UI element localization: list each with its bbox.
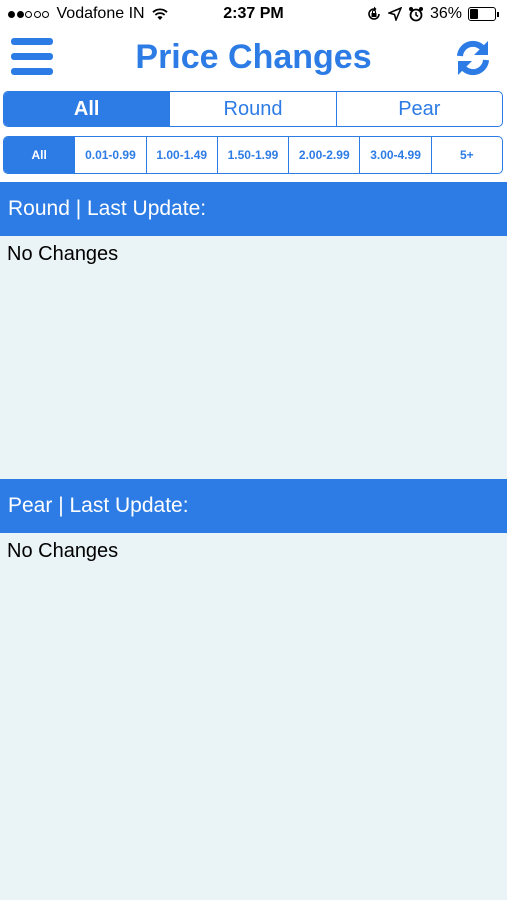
status-right: 36%	[366, 5, 499, 23]
rotation-lock-icon	[368, 6, 380, 20]
price-tab-all[interactable]: All	[4, 137, 75, 173]
price-tab-3.00-4.99[interactable]: 3.00-4.99	[359, 137, 430, 173]
shape-segmented-control: All Round Pear	[3, 91, 503, 127]
price-tab-1.50-1.99[interactable]: 1.50-1.99	[216, 137, 288, 173]
page-title: Price Changes	[135, 38, 372, 76]
price-tab-1.00-1.49[interactable]: 1.00-1.49	[145, 137, 217, 173]
price-range-segmented-control: All 0.01-0.99 1.00-1.49 1.50-1.99 2.00-2…	[3, 136, 503, 174]
battery-cap	[497, 11, 499, 17]
pear-no-changes-text: No Changes	[7, 540, 119, 562]
battery-icon	[468, 7, 496, 21]
alarm-clock-icon	[408, 7, 423, 22]
content-area: Round | Last Update: No Changes Pear | L…	[0, 182, 507, 900]
tab-pear[interactable]: Pear	[335, 92, 502, 126]
status-bar: Vodafone IN 2:37 PM 36%	[0, 0, 507, 30]
tab-all-shapes[interactable]: All	[4, 92, 170, 126]
battery-fill	[470, 9, 478, 19]
app-header: Price Changes	[0, 30, 507, 88]
tab-round[interactable]: Round	[169, 92, 335, 126]
battery-percent: 36%	[429, 5, 462, 22]
pear-section-header: Pear | Last Update:	[0, 479, 507, 533]
price-tab-2.00-2.99[interactable]: 2.00-2.99	[288, 137, 359, 173]
price-tab-0.01-0.99[interactable]: 0.01-0.99	[74, 137, 145, 173]
round-section-header: Round | Last Update:	[0, 182, 507, 236]
round-no-changes-text: No Changes	[7, 243, 119, 265]
location-arrow-icon	[387, 7, 402, 21]
refresh-icon[interactable]	[453, 38, 493, 78]
price-tab-5-plus[interactable]: 5+	[430, 137, 502, 173]
